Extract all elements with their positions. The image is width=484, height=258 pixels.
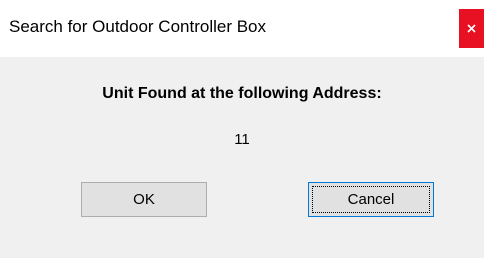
ok-button-label: OK <box>133 191 155 208</box>
window-title: Search for Outdoor Controller Box <box>9 17 267 36</box>
dialog-window: Search for Outdoor Controller Box Unit F… <box>0 0 484 258</box>
close-icon <box>467 24 476 33</box>
result-heading: Unit Found at the following Address: <box>102 85 382 102</box>
close-button[interactable] <box>459 9 484 48</box>
title-bar[interactable]: Search for Outdoor Controller Box <box>0 0 484 57</box>
cancel-button[interactable]: Cancel <box>308 182 434 217</box>
address-value: 11 <box>234 131 250 148</box>
cancel-button-label: Cancel <box>347 191 395 208</box>
ok-button[interactable]: OK <box>81 182 207 217</box>
